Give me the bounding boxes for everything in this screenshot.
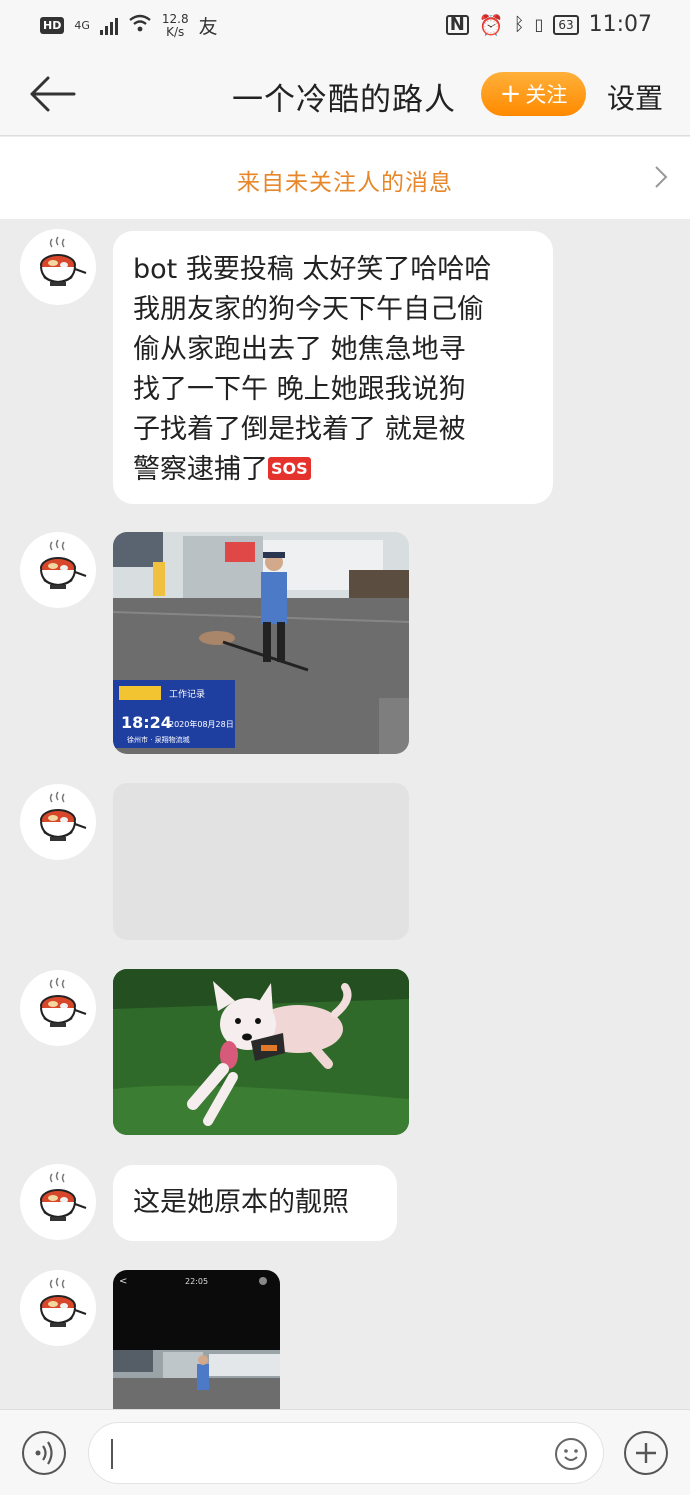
police-photo[interactable]: 工作记录 18:24 2020年08月28日 徐州市 · 泉翔物流城 xyxy=(113,532,409,754)
image-placeholder[interactable] xyxy=(113,783,409,940)
battery-icon: 63 xyxy=(553,14,579,35)
signal-icon xyxy=(99,17,118,35)
status-bar: HD 4G 12.8 K/s 友 N ⏰ ᛒ ▯ 63 11:07 xyxy=(0,0,690,52)
net-speed-unit: K/s xyxy=(166,24,185,39)
hotpot-avatar-icon xyxy=(20,1164,96,1240)
notice-text: 来自未关注人的消息 xyxy=(237,170,453,196)
sender-avatar[interactable] xyxy=(20,229,96,305)
status-right: N ⏰ ᛒ ▯ 63 11:07 xyxy=(445,12,652,37)
chevron-right-icon xyxy=(655,166,668,188)
sender-avatar[interactable] xyxy=(20,1164,96,1240)
message-text: 这是她原本的靓照 xyxy=(133,1187,349,1218)
sos-emoji: SOS xyxy=(268,457,311,480)
screenshot-back-glyph: < xyxy=(119,1276,127,1287)
message-text: bot 我要投稿 太好笑了哈哈哈 我朋友家的狗今天下午自己偷 偷从家跑出去了 她… xyxy=(133,254,492,485)
wifi-icon xyxy=(128,13,152,38)
dog-photo-image xyxy=(113,969,409,1135)
hotpot-avatar-icon xyxy=(20,1270,96,1346)
hotpot-avatar-icon xyxy=(20,532,96,608)
photo-stamp-time: 18:24 xyxy=(121,713,172,732)
dog-photo[interactable] xyxy=(113,969,409,1135)
plus-icon xyxy=(636,1443,656,1463)
bluetooth-icon: ᛒ xyxy=(513,14,525,35)
net-speed-value: 12.8 xyxy=(161,11,189,26)
screenshot-photo-image: 22:05 < xyxy=(113,1270,280,1409)
message-bubble[interactable]: bot 我要投稿 太好笑了哈哈哈 我朋友家的狗今天下午自己偷 偷从家跑出去了 她… xyxy=(113,231,553,504)
message-input[interactable] xyxy=(88,1422,604,1484)
voice-icon xyxy=(35,1441,53,1465)
screenshot-time: 22:05 xyxy=(185,1277,208,1286)
emoji-icon xyxy=(564,1449,578,1461)
follow-label: 关注 xyxy=(525,83,568,107)
photo-stamp-location: 徐州市 · 泉翔物流城 xyxy=(127,735,190,744)
vibrate-icon: ▯ xyxy=(534,15,544,34)
photo-stamp-date: 2020年08月28日 xyxy=(169,719,234,729)
hotpot-avatar-icon xyxy=(20,229,96,305)
net-speed: 12.8 K/s xyxy=(161,11,189,39)
status-time: 11:07 xyxy=(588,12,652,37)
follow-button[interactable]: + 关注 xyxy=(481,72,586,116)
police-photo-image: 工作记录 18:24 2020年08月28日 徐州市 · 泉翔物流城 xyxy=(113,532,409,754)
plus-icon: + xyxy=(499,79,522,109)
message-input-bar xyxy=(0,1409,690,1495)
chat-header: 一个冷酷的路人 + 关注 设置 xyxy=(0,52,690,136)
sender-avatar[interactable] xyxy=(20,1270,96,1346)
emoji-button[interactable] xyxy=(555,1438,587,1470)
voice-button[interactable] xyxy=(22,1431,66,1475)
sender-avatar[interactable] xyxy=(20,532,96,608)
chat-title: 一个冷酷的路人 xyxy=(232,82,456,118)
text-caret xyxy=(111,1439,113,1469)
screenshot-photo[interactable]: 22:05 < xyxy=(113,1270,280,1409)
sender-avatar[interactable] xyxy=(20,784,96,860)
hotpot-avatar-icon xyxy=(20,970,96,1046)
nfc-icon: N xyxy=(445,14,469,35)
hd-badge: HD xyxy=(40,17,65,34)
alarm-icon: ⏰ xyxy=(478,12,504,37)
back-button[interactable] xyxy=(26,70,78,118)
network-type: 4G xyxy=(74,19,90,32)
hotpot-avatar-icon xyxy=(20,784,96,860)
message-bubble[interactable]: 这是她原本的靓照 xyxy=(113,1165,397,1241)
status-left: HD 4G 12.8 K/s 友 xyxy=(40,12,218,39)
back-arrow-icon xyxy=(30,76,76,112)
sender-avatar[interactable] xyxy=(20,970,96,1046)
stranger-message-notice[interactable]: 来自未关注人的消息 xyxy=(0,137,690,219)
photo-stamp-label: 工作记录 xyxy=(169,688,205,700)
settings-button[interactable]: 设置 xyxy=(607,77,663,117)
add-button[interactable] xyxy=(624,1431,668,1475)
app-notification-icon: 友 xyxy=(198,16,218,38)
